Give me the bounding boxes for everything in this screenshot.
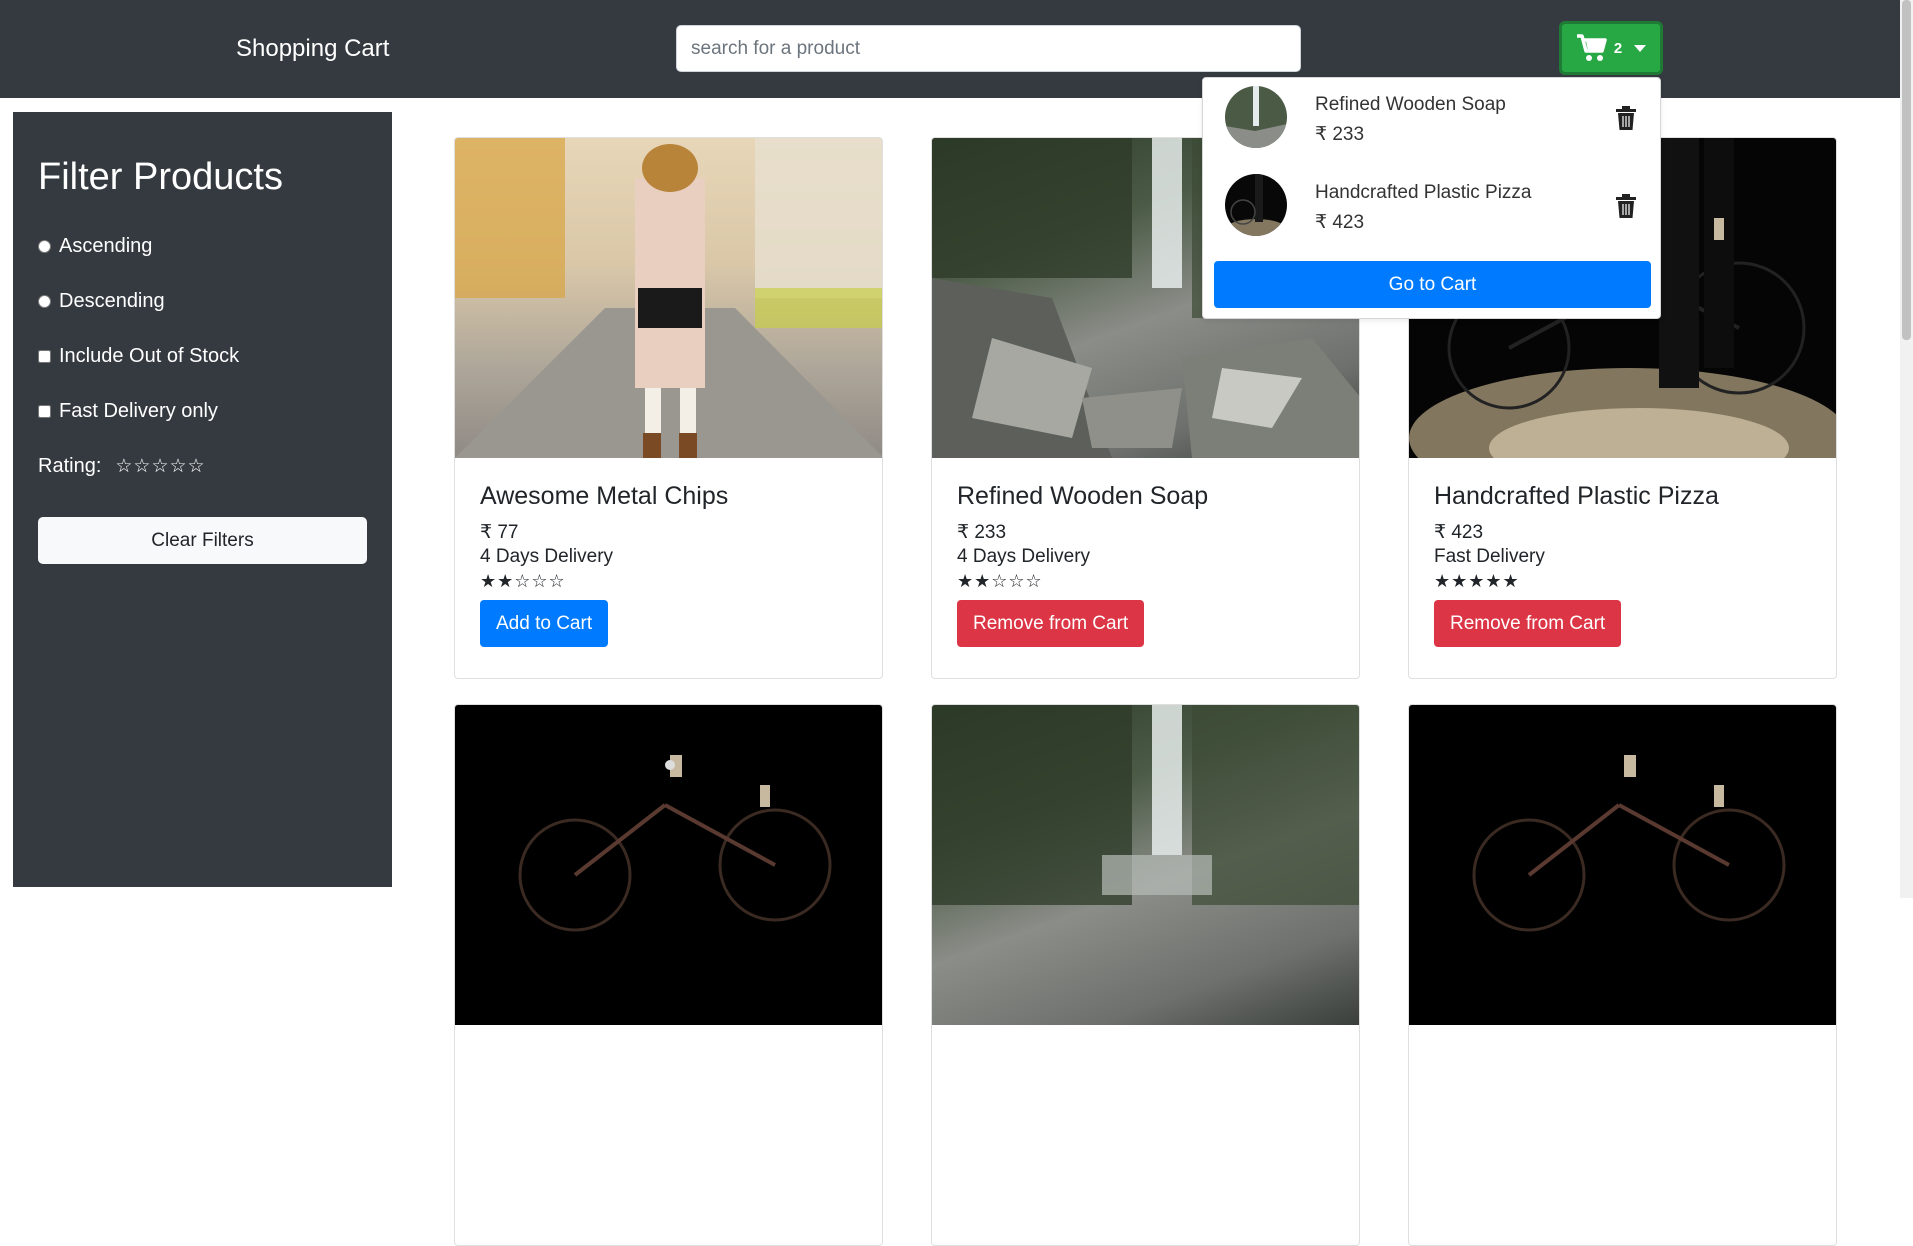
- scrollbar-thumb[interactable]: [1902, 0, 1911, 340]
- go-to-cart-button[interactable]: Go to Cart: [1214, 261, 1651, 308]
- product-card: Awesome Metal Chips ₹ 77 4 Days Delivery…: [454, 137, 883, 679]
- filter-ascending[interactable]: Ascending: [38, 219, 367, 274]
- cart-dropdown-item: Handcrafted Plastic Pizza ₹ 423: [1225, 174, 1645, 238]
- filter-label: Ascending: [59, 235, 153, 257]
- trash-icon[interactable]: [1615, 106, 1637, 130]
- cart-item-price: ₹ 423: [1315, 212, 1365, 233]
- fast-delivery-checkbox[interactable]: [38, 405, 51, 418]
- page-scrollbar[interactable]: [1900, 0, 1913, 898]
- search-input[interactable]: [676, 25, 1301, 72]
- product-image: [932, 705, 1359, 1025]
- product-title: Awesome Metal Chips: [480, 482, 729, 510]
- product-delivery: 4 Days Delivery: [957, 546, 1091, 567]
- product-price: ₹ 423: [1434, 522, 1484, 543]
- product-card: [454, 704, 883, 1246]
- product-price: ₹ 233: [957, 522, 1007, 543]
- shopping-cart-icon: [1576, 34, 1607, 61]
- product-card: [1408, 704, 1837, 1246]
- clear-filters-button[interactable]: Clear Filters: [38, 517, 367, 564]
- product-rating: ★★☆☆☆: [480, 571, 566, 591]
- brand-title[interactable]: Shopping Cart: [236, 35, 389, 63]
- remove-from-cart-button[interactable]: Remove from Cart: [1434, 600, 1622, 647]
- product-image: [455, 705, 882, 1025]
- product-card: [931, 704, 1360, 1246]
- rating-filter: Rating: ☆☆☆☆☆: [38, 439, 367, 494]
- trash-icon[interactable]: [1615, 194, 1637, 218]
- cart-item-thumbnail: [1225, 174, 1287, 236]
- product-rating: ★★☆☆☆: [957, 571, 1043, 591]
- ascending-radio[interactable]: [38, 240, 51, 253]
- product-delivery: Fast Delivery: [1434, 546, 1545, 567]
- cart-item-name: Refined Wooden Soap: [1315, 94, 1506, 115]
- product-title: Refined Wooden Soap: [957, 482, 1209, 510]
- filter-label: Descending: [59, 290, 165, 312]
- cart-item-thumbnail: [1225, 86, 1287, 148]
- filter-sidebar: Filter Products Ascending Descending Inc…: [13, 112, 392, 887]
- cart-dropdown-menu: Refined Wooden Soap ₹ 233 Handcrafted Pl…: [1202, 77, 1661, 319]
- out-of-stock-checkbox[interactable]: [38, 350, 51, 363]
- descending-radio[interactable]: [38, 295, 51, 308]
- chevron-down-icon: [1634, 44, 1647, 52]
- product-rating: ★★★★★: [1434, 571, 1520, 591]
- remove-from-cart-button[interactable]: Remove from Cart: [957, 600, 1145, 647]
- rating-label: Rating:: [38, 455, 102, 477]
- product-title: Handcrafted Plastic Pizza: [1434, 482, 1719, 510]
- cart-count-badge: 2: [1613, 39, 1623, 57]
- product-delivery: 4 Days Delivery: [480, 546, 614, 567]
- filter-title: Filter Products: [38, 156, 283, 198]
- filter-descending[interactable]: Descending: [38, 274, 367, 329]
- product-image: [1409, 705, 1836, 1025]
- rating-stars-input[interactable]: ☆☆☆☆☆: [115, 455, 205, 478]
- cart-item-name: Handcrafted Plastic Pizza: [1315, 182, 1532, 203]
- filter-label: Include Out of Stock: [59, 345, 240, 367]
- cart-dropdown-item: Refined Wooden Soap ₹ 233: [1225, 86, 1645, 150]
- filter-out-of-stock[interactable]: Include Out of Stock: [38, 329, 367, 384]
- add-to-cart-button[interactable]: Add to Cart: [480, 600, 609, 647]
- filter-fast-delivery[interactable]: Fast Delivery only: [38, 384, 367, 439]
- filter-label: Fast Delivery only: [59, 400, 218, 422]
- product-image: [455, 138, 882, 458]
- product-price: ₹ 77: [480, 522, 519, 543]
- cart-item-price: ₹ 233: [1315, 124, 1365, 145]
- cart-dropdown-button[interactable]: 2: [1559, 21, 1663, 75]
